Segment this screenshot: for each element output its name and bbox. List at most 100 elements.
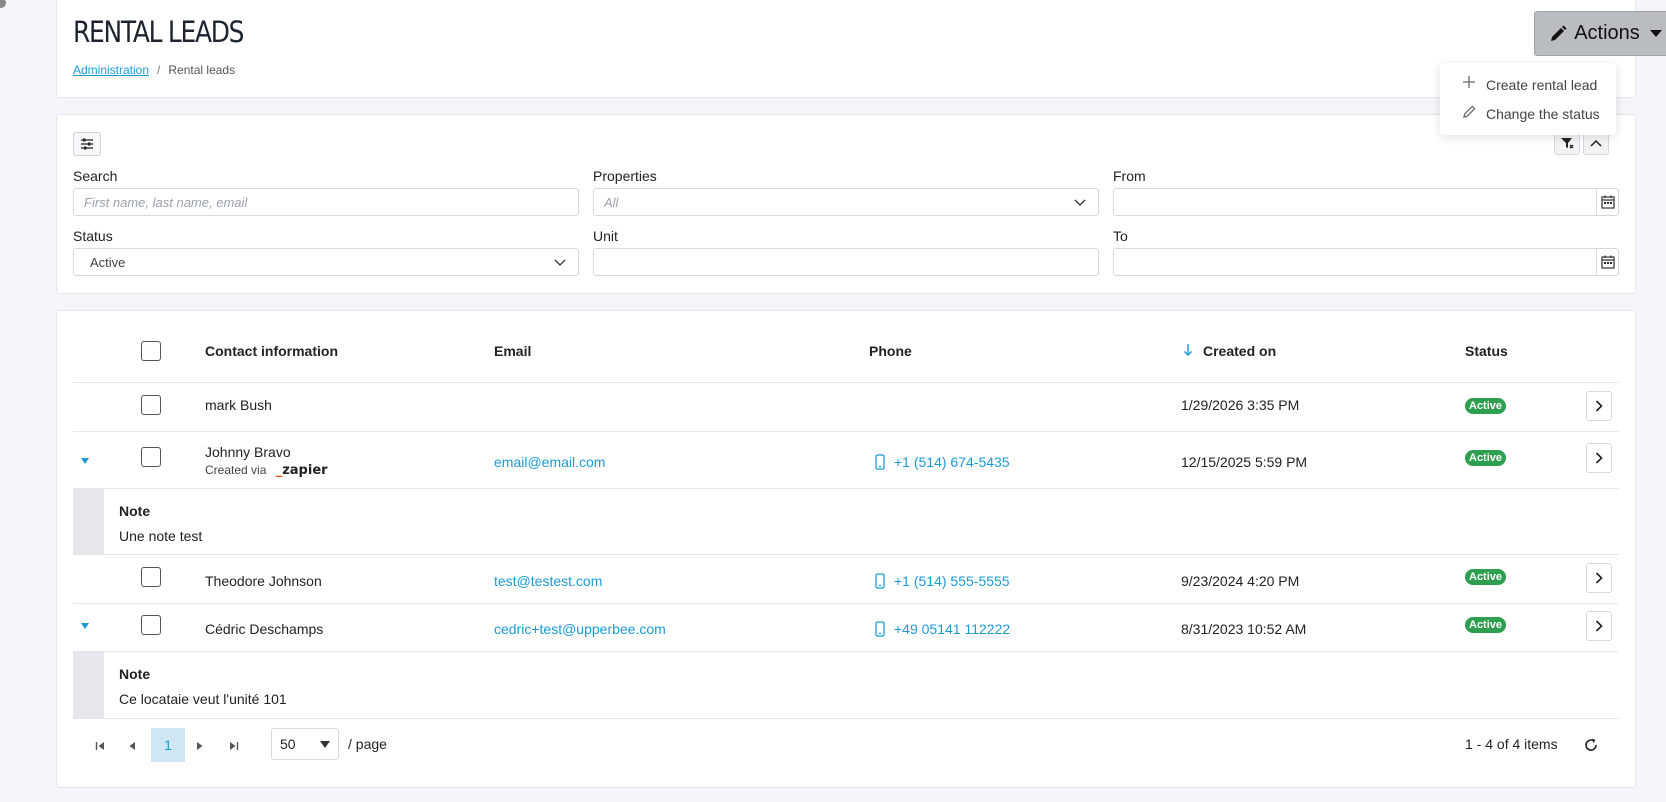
search-label: Search (73, 168, 118, 184)
actions-button[interactable]: Actions (1534, 11, 1666, 56)
expand-row-toggle[interactable] (81, 458, 89, 464)
breadcrumb-administration-link[interactable]: Administration (73, 63, 149, 77)
page-size-value: 50 (280, 736, 296, 752)
mobile-phone-icon (875, 573, 885, 589)
row-checkbox[interactable] (141, 395, 161, 415)
leads-table-card: Contact information Email Phone Created … (56, 310, 1636, 788)
header-card: RENTAL LEADS Administration / Rental leads… (56, 0, 1666, 98)
row-checkbox[interactable] (141, 447, 161, 467)
properties-label: Properties (593, 168, 657, 184)
calendar-icon[interactable] (1596, 189, 1618, 215)
column-header-email[interactable]: Email (494, 343, 531, 359)
search-input[interactable]: First name, last name, email (73, 188, 579, 216)
first-page-icon (95, 742, 104, 750)
to-date-input[interactable] (1113, 248, 1619, 276)
actions-button-label: Actions (1574, 22, 1640, 44)
page-size-select[interactable]: 50 (271, 728, 339, 760)
breadcrumb-current: Rental leads (168, 63, 236, 77)
created-on: 1/29/2026 3:35 PM (1181, 397, 1300, 413)
created-on: 9/23/2024 4:20 PM (1181, 573, 1300, 589)
menu-item-label: Change the status (1486, 105, 1600, 122)
breadcrumb: Administration / Rental leads (73, 63, 235, 77)
filter-card: Search First name, last name, email Prop… (56, 114, 1636, 294)
email-link[interactable]: cedric+test@upperbee.com (494, 621, 666, 637)
unit-input[interactable] (593, 248, 1099, 276)
sliders-icon (81, 138, 93, 150)
status-badge: Active (1465, 617, 1507, 633)
chevron-right-icon (1595, 400, 1603, 412)
note-row: Note Une note test (73, 489, 1619, 554)
phone-link[interactable]: +1 (514) 674-5435 (894, 454, 1010, 470)
per-page-label: / page (348, 736, 387, 752)
actions-dropdown-menu: Create rental lead Change the status (1440, 63, 1616, 135)
column-header-contact[interactable]: Contact information (205, 343, 338, 359)
page-number-current[interactable]: 1 (151, 728, 185, 762)
open-lead-button[interactable] (1586, 611, 1612, 641)
chevron-up-icon (1590, 139, 1602, 147)
row-checkbox[interactable] (141, 615, 161, 635)
contact-name: Johnny Bravo (205, 444, 291, 460)
email-link[interactable]: email@email.com (494, 454, 605, 470)
next-page-button[interactable] (187, 732, 213, 760)
mobile-phone-icon (875, 454, 885, 470)
created-via-label: Created via (205, 463, 267, 477)
caret-down-icon (1649, 30, 1662, 37)
menu-item-label: Create rental lead (1486, 76, 1598, 93)
created-via: Created via _zapier (205, 463, 328, 478)
open-lead-button[interactable] (1586, 563, 1612, 593)
calendar-icon[interactable] (1596, 249, 1618, 275)
menu-item-create-rental-lead[interactable]: Create rental lead (1440, 70, 1616, 99)
row-checkbox[interactable] (141, 567, 161, 587)
items-summary: 1 - 4 of 4 items (1465, 736, 1558, 752)
chevron-down-icon (1074, 199, 1086, 206)
chevron-right-icon (1595, 572, 1603, 584)
row-divider (73, 603, 1619, 604)
created-on: 12/15/2025 5:59 PM (1181, 454, 1308, 470)
chevron-right-icon (1595, 620, 1603, 632)
column-header-phone[interactable]: Phone (869, 343, 912, 359)
email-link[interactable]: test@testest.com (494, 573, 602, 589)
open-lead-button[interactable] (1586, 443, 1612, 473)
filter-clear-icon (1561, 138, 1574, 149)
last-page-button[interactable] (221, 732, 247, 760)
column-header-status[interactable]: Status (1465, 343, 1508, 359)
search-input-placeholder: First name, last name, email (84, 194, 248, 210)
contact-name: Theodore Johnson (205, 573, 322, 589)
row-divider (73, 718, 1619, 719)
note-text: Ce locataie veut l'unité 101 (119, 691, 287, 707)
open-lead-button[interactable] (1586, 391, 1612, 421)
breadcrumb-separator: / (157, 63, 161, 77)
created-on: 8/31/2023 10:52 AM (1181, 621, 1307, 637)
zapier-logo: _zapier (275, 463, 328, 478)
from-label: From (1113, 168, 1146, 184)
status-select[interactable]: Active (73, 248, 579, 276)
pencil-icon (1551, 25, 1567, 41)
select-all-checkbox[interactable] (141, 341, 161, 361)
note-text: Une note test (119, 528, 203, 544)
window-edge-marker (0, 0, 6, 8)
refresh-button[interactable] (1578, 731, 1604, 759)
previous-page-button[interactable] (119, 732, 145, 760)
refresh-icon (1585, 738, 1597, 751)
contact-name: Cédric Deschamps (205, 621, 324, 637)
contact-name: mark Bush (205, 397, 272, 413)
expand-row-toggle[interactable] (81, 623, 89, 629)
from-date-input[interactable] (1113, 188, 1619, 216)
note-title: Note (119, 666, 151, 682)
page-title: RENTAL LEADS (73, 15, 244, 49)
phone-link[interactable]: +1 (514) 555-5555 (894, 573, 1010, 589)
first-page-button[interactable] (87, 732, 113, 760)
previous-page-icon (129, 742, 135, 750)
note-row: Note Ce locataie veut l'unité 101 (73, 652, 1619, 718)
plus-icon (1462, 75, 1486, 94)
header-divider (73, 382, 1619, 383)
properties-select[interactable]: All (593, 188, 1099, 216)
caret-down-icon (320, 741, 330, 748)
status-badge: Active (1465, 450, 1507, 466)
phone-link[interactable]: +49 05141 112222 (894, 621, 1010, 637)
sort-descending-icon[interactable] (1183, 343, 1193, 357)
column-header-created-on[interactable]: Created on (1203, 343, 1276, 359)
note-indent-bar (73, 489, 104, 554)
filter-settings-button[interactable] (73, 132, 101, 156)
menu-item-change-status[interactable]: Change the status (1440, 99, 1616, 128)
